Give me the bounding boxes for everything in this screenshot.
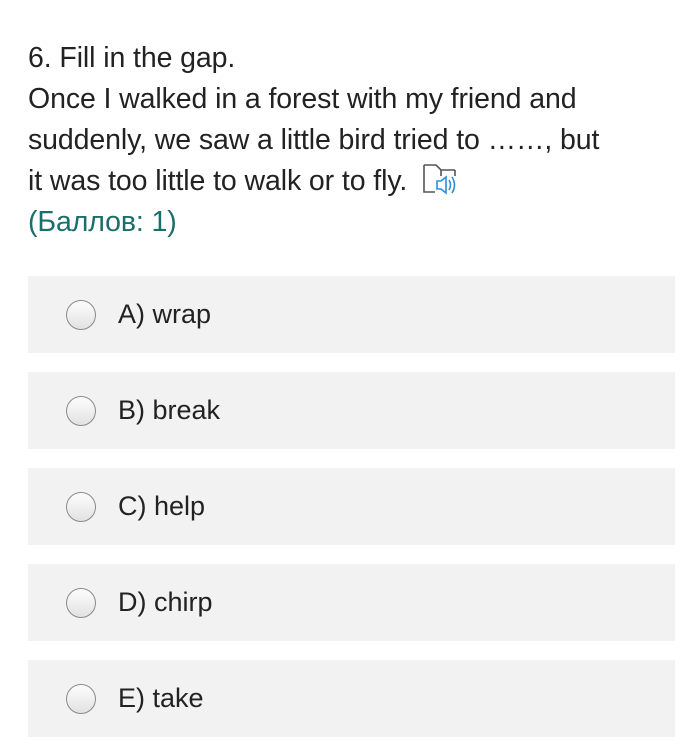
question-title: 6. Fill in the gap. xyxy=(28,42,236,74)
option-d-label: D) chirp xyxy=(118,587,213,617)
radio-button-e[interactable] xyxy=(66,683,96,714)
option-a-label: A) wrap xyxy=(118,299,212,329)
radio-button-d[interactable] xyxy=(66,587,96,618)
option-e[interactable]: E) take xyxy=(28,660,675,737)
option-a[interactable]: A) wrap xyxy=(28,276,675,353)
option-b-label: B) break xyxy=(118,395,221,425)
option-c-label: C) help xyxy=(118,491,206,521)
option-c[interactable]: C) help xyxy=(28,468,675,545)
read-aloud-icon[interactable] xyxy=(421,162,459,196)
option-b[interactable]: B) break xyxy=(28,372,675,449)
radio-button-c[interactable] xyxy=(66,491,96,522)
radio-button-a[interactable] xyxy=(66,299,96,330)
points-label: (Баллов: 1) xyxy=(28,206,177,238)
option-d[interactable]: D) chirp xyxy=(28,564,675,641)
answer-options: A) wrap B) break C) help D) chirp E) tak… xyxy=(28,276,675,756)
question-text-line-3-text: it was too little to walk or to fly. xyxy=(28,165,408,197)
question-text-line-3: it was too little to walk or to fly. xyxy=(28,161,678,202)
question-text-line-2: suddenly, we saw a little bird tried to … xyxy=(28,124,600,156)
question-text-line-1: Once I walked in a forest with my friend… xyxy=(28,83,577,115)
radio-button-b[interactable] xyxy=(66,395,96,426)
question-block: 6. Fill in the gap. Once I walked in a f… xyxy=(28,38,678,243)
option-e-label: E) take xyxy=(118,683,204,713)
